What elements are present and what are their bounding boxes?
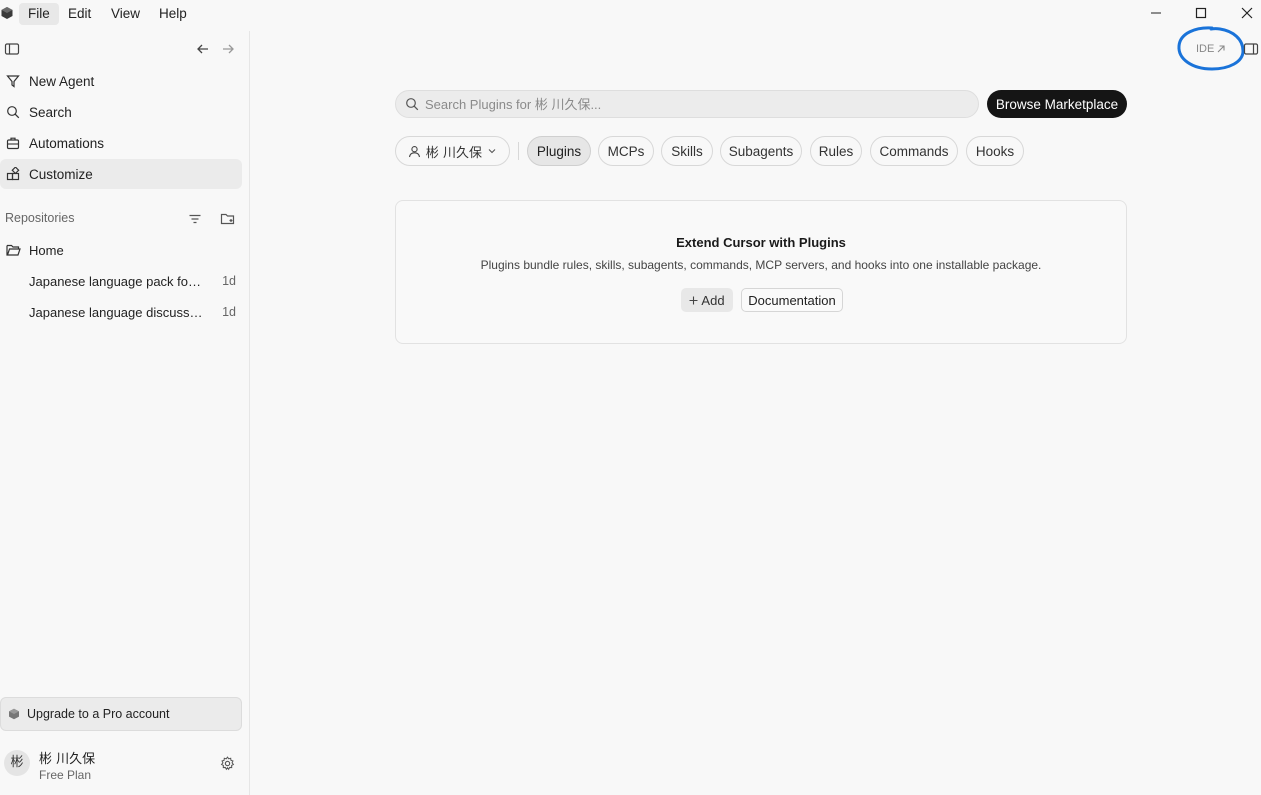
sidebar-toggle-icon[interactable] bbox=[4, 41, 20, 57]
nav-automations-label: Automations bbox=[29, 135, 105, 151]
maximize-button[interactable] bbox=[1181, 1, 1221, 25]
tab-subagents[interactable]: Subagents bbox=[720, 136, 802, 166]
filter-icon[interactable] bbox=[187, 211, 203, 227]
repo-home-label: Home bbox=[29, 242, 64, 258]
folder-open-icon bbox=[6, 244, 21, 256]
scope-label: 彬 川久保 bbox=[425, 145, 483, 161]
chat-age: 1d bbox=[222, 305, 236, 319]
tab-skills[interactable]: Skills bbox=[661, 136, 713, 166]
upgrade-pro-button[interactable]: Upgrade to a Pro account bbox=[0, 697, 242, 731]
scope-selector[interactable]: 彬 川久保 bbox=[395, 136, 510, 166]
tab-hooks[interactable]: Hooks bbox=[966, 136, 1024, 166]
nav-search[interactable]: Search bbox=[0, 97, 242, 127]
avatar: 彬 bbox=[4, 750, 30, 776]
documentation-button[interactable]: Documentation bbox=[741, 288, 843, 312]
menu-file[interactable]: File bbox=[19, 3, 59, 25]
chat-age: 1d bbox=[222, 274, 236, 288]
repositories-heading: Repositories bbox=[5, 211, 75, 225]
app-logo-icon bbox=[1, 7, 13, 19]
close-icon bbox=[1241, 7, 1253, 19]
forward-arrow-icon[interactable] bbox=[220, 41, 236, 57]
back-arrow-icon[interactable] bbox=[195, 41, 211, 57]
add-label: Add bbox=[701, 292, 725, 308]
repo-home[interactable]: Home bbox=[0, 235, 242, 265]
nav-automations[interactable]: Automations bbox=[0, 128, 242, 158]
empty-state-description: Plugins bundle rules, skills, subagents,… bbox=[480, 258, 1042, 272]
chat-japanese-language-pack[interactable]: Japanese language pack for ... 1d bbox=[0, 266, 242, 296]
menu-edit[interactable]: Edit bbox=[59, 3, 100, 25]
nav-new-agent[interactable]: New Agent bbox=[0, 66, 242, 96]
new-agent-icon bbox=[6, 75, 20, 88]
menu-help[interactable]: Help bbox=[150, 3, 196, 25]
nav-customize-label: Customize bbox=[29, 166, 93, 182]
search-icon bbox=[7, 106, 20, 119]
plugin-search-input[interactable] bbox=[425, 96, 965, 112]
panel-toggle-icon[interactable] bbox=[1243, 41, 1259, 57]
minimize-button[interactable] bbox=[1136, 1, 1176, 25]
upgrade-label: Upgrade to a Pro account bbox=[27, 707, 170, 721]
empty-state-title: Extend Cursor with Plugins bbox=[676, 235, 846, 250]
tab-rules[interactable]: Rules bbox=[810, 136, 862, 166]
tab-commands[interactable]: Commands bbox=[870, 136, 958, 166]
chat-title: Japanese language discussion bbox=[29, 304, 204, 320]
nav-customize[interactable]: Customize bbox=[0, 159, 242, 189]
add-plugin-button[interactable]: Add bbox=[681, 288, 733, 312]
chat-japanese-language-discussion[interactable]: Japanese language discussion 1d bbox=[0, 297, 242, 327]
cube-icon bbox=[9, 708, 19, 720]
plugin-search-bar[interactable] bbox=[395, 90, 979, 118]
tab-divider bbox=[518, 142, 519, 160]
nav-search-label: Search bbox=[29, 104, 72, 120]
browse-marketplace-button[interactable]: Browse Marketplace bbox=[987, 90, 1127, 118]
empty-state-card: Extend Cursor with Plugins Plugins bundl… bbox=[395, 200, 1127, 344]
external-arrow-icon bbox=[1217, 45, 1225, 53]
minimize-icon bbox=[1151, 12, 1161, 14]
gear-icon[interactable] bbox=[220, 756, 235, 771]
menu-view[interactable]: View bbox=[102, 3, 149, 25]
search-icon bbox=[406, 98, 419, 111]
maximize-icon bbox=[1195, 7, 1207, 19]
ide-label: IDE bbox=[1196, 43, 1215, 55]
customize-icon bbox=[6, 167, 20, 181]
add-folder-icon[interactable] bbox=[220, 211, 236, 227]
ide-link[interactable]: IDE bbox=[1196, 40, 1226, 58]
automations-icon bbox=[6, 137, 20, 150]
plus-icon bbox=[689, 296, 698, 304]
close-button[interactable] bbox=[1227, 1, 1261, 25]
chat-title: Japanese language pack for ... bbox=[29, 273, 204, 289]
title-bar: File Edit View Help bbox=[0, 0, 1261, 31]
user-name: 彬 川久保 bbox=[39, 752, 96, 767]
user-icon bbox=[408, 145, 420, 157]
user-plan: Free Plan bbox=[39, 768, 92, 782]
chevron-down-icon bbox=[488, 149, 496, 154]
sidebar: New Agent Search Automations Customize R… bbox=[0, 31, 250, 795]
nav-new-agent-label: New Agent bbox=[29, 73, 95, 89]
tab-plugins[interactable]: Plugins bbox=[527, 136, 591, 166]
tab-mcps[interactable]: MCPs bbox=[598, 136, 654, 166]
user-profile[interactable]: 彬 彬 川久保 Free Plan bbox=[0, 745, 250, 785]
